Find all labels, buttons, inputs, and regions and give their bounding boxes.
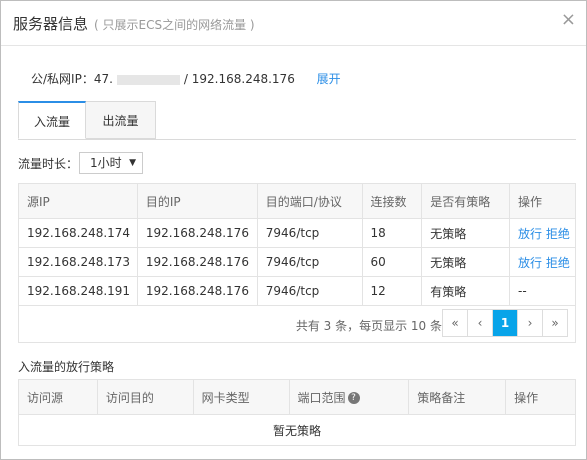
cell-conn: 12	[361, 276, 423, 306]
table-row: 192.168.248.174 192.168.248.176 7946/tcp…	[18, 218, 576, 248]
policy-table-header: 访问源 访问目的 网卡类型 端口范围? 策略备注 操作	[18, 379, 576, 415]
table-row: 192.168.248.173 192.168.248.176 7946/tcp…	[18, 247, 576, 277]
duration-label: 流量时长：	[18, 157, 79, 171]
tab-inbound[interactable]: 入流量	[18, 101, 86, 139]
tab-outbound[interactable]: 出流量	[86, 101, 156, 139]
cell-src: 192.168.248.174	[18, 218, 138, 248]
cell-port: 7946/tcp	[256, 276, 363, 306]
deny-link[interactable]: 拒绝	[546, 227, 570, 241]
cell-dst: 192.168.248.176	[136, 247, 258, 277]
ip-suffix: / 192.168.248.176	[183, 72, 295, 86]
empty-row: 暂无策略	[18, 414, 576, 446]
cell-action: 放行 拒绝	[509, 247, 576, 277]
allow-link[interactable]: 放行	[518, 227, 542, 241]
port-range-label: 端口范围	[297, 390, 346, 405]
col-header-action: 操作	[509, 183, 576, 219]
col-header-destination: 访问目的	[96, 379, 194, 415]
cell-conn: 60	[361, 247, 423, 277]
cell-action: --	[509, 276, 576, 306]
cell-src: 192.168.248.191	[18, 276, 138, 306]
dialog-title-text: 服务器信息	[13, 15, 89, 33]
cell-dst: 192.168.248.176	[136, 218, 258, 248]
dialog-header: 服务器信息 ( 只展示ECS之间的网络流量 ) ×	[1, 1, 586, 46]
chevron-down-icon: ▼	[129, 158, 136, 168]
col-header-port-range: 端口范围?	[288, 379, 410, 415]
cell-policy: 有策略	[421, 276, 511, 306]
cell-dst: 192.168.248.176	[136, 276, 258, 306]
dialog-subtitle: ( 只展示ECS之间的网络流量 )	[94, 18, 255, 32]
cell-port: 7946/tcp	[256, 218, 363, 248]
dialog-title: 服务器信息 ( 只展示ECS之间的网络流量 )	[13, 13, 255, 34]
ip-prefix: 公/私网IP：47.	[31, 72, 113, 86]
col-header-src: 源IP	[18, 183, 138, 219]
cell-action: 放行 拒绝	[509, 218, 576, 248]
cell-port: 7946/tcp	[256, 247, 363, 277]
col-header-action: 操作	[505, 379, 576, 415]
last-page-button[interactable]: »	[542, 310, 567, 336]
deny-link[interactable]: 拒绝	[546, 256, 570, 270]
col-header-policy: 是否有策略	[421, 183, 511, 219]
allow-link[interactable]: 放行	[518, 256, 542, 270]
pagination: « ‹ 1 › »	[442, 309, 568, 337]
cell-conn: 18	[361, 218, 423, 248]
flow-table-header: 源IP 目的IP 目的端口/协议 连接数 是否有策略 操作	[18, 183, 576, 219]
cell-policy: 无策略	[421, 218, 511, 248]
server-info-dialog: 服务器信息 ( 只展示ECS之间的网络流量 ) × 公/私网IP：47. / 192…	[0, 0, 587, 460]
duration-value: 1小时	[90, 156, 122, 170]
page-1-button[interactable]: 1	[492, 310, 517, 336]
prev-page-button[interactable]: ‹	[467, 310, 492, 336]
close-icon[interactable]: ×	[561, 11, 576, 29]
expand-link[interactable]: 展开	[317, 72, 341, 86]
col-header-port: 目的端口/协议	[256, 183, 363, 219]
col-header-source: 访问源	[18, 379, 98, 415]
col-header-dst: 目的IP	[136, 183, 258, 219]
flow-table: 源IP 目的IP 目的端口/协议 连接数 是否有策略 操作 192.168.24…	[18, 183, 576, 306]
duration-select[interactable]: 1小时 ▼	[79, 152, 143, 174]
col-header-nic-type: 网卡类型	[192, 379, 290, 415]
pagination-row: 共有 3 条，每页显示 10 条 « ‹ 1 › »	[18, 305, 576, 343]
cell-src: 192.168.248.173	[18, 247, 138, 277]
help-icon[interactable]: ?	[347, 392, 360, 404]
empty-text: 暂无策略	[18, 414, 576, 446]
table-row: 192.168.248.191 192.168.248.176 7946/tcp…	[18, 276, 576, 306]
ip-line: 公/私网IP：47. / 192.168.248.176 展开	[31, 70, 341, 87]
traffic-tabs: 入流量 出流量	[18, 101, 576, 140]
pagination-info: 共有 3 条，每页显示 10 条	[295, 319, 442, 333]
col-header-conn: 连接数	[361, 183, 423, 219]
ip-mask	[116, 74, 180, 85]
cell-policy: 无策略	[421, 247, 511, 277]
policy-table: 访问源 访问目的 网卡类型 端口范围? 策略备注 操作 暂无策略	[18, 379, 576, 446]
col-header-remark: 策略备注	[408, 379, 507, 415]
next-page-button[interactable]: ›	[517, 310, 542, 336]
policy-section-title: 入流量的放行策略	[18, 360, 115, 374]
first-page-button[interactable]: «	[443, 310, 467, 336]
